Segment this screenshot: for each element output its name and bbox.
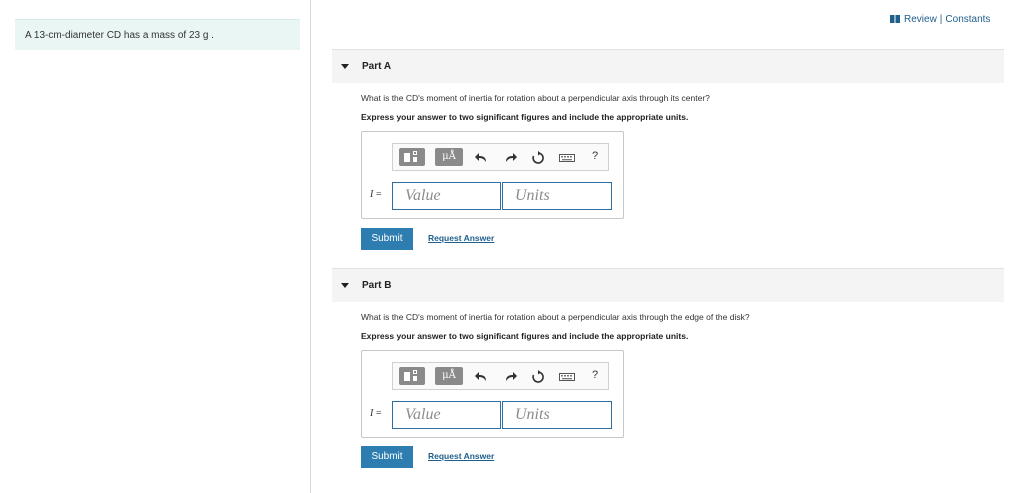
templates-icon xyxy=(404,153,410,162)
keyboard-icon[interactable] xyxy=(559,151,575,165)
constants-link[interactable]: Constants xyxy=(945,14,990,25)
symbols-button[interactable]: μÅ xyxy=(435,148,463,166)
book-icon xyxy=(890,15,900,23)
review-link[interactable]: Review xyxy=(904,14,937,25)
templates-button[interactable] xyxy=(399,148,425,166)
undo-icon[interactable] xyxy=(475,370,489,384)
separator: | xyxy=(939,14,943,25)
part-b-value-input[interactable]: Value xyxy=(392,401,501,429)
part-a-request-answer-link[interactable]: Request Answer xyxy=(428,233,494,243)
part-b-units-input[interactable]: Units xyxy=(502,401,612,429)
part-b-instruction: Express your answer to two significant f… xyxy=(361,331,689,341)
part-a-instruction: Express your answer to two significant f… xyxy=(361,112,689,122)
part-a-value-input[interactable]: Value xyxy=(392,182,501,210)
templates-icon-part xyxy=(413,151,417,155)
templates-button[interactable] xyxy=(399,367,425,385)
equals-sign: = xyxy=(375,189,382,200)
templates-icon-part xyxy=(413,376,417,381)
variable-symbol: I xyxy=(370,189,374,200)
variable-symbol: I xyxy=(370,408,374,419)
part-a-math-toolbar: μÅ ? xyxy=(392,143,609,171)
templates-icon-part xyxy=(413,370,417,374)
part-b-answer-box: μÅ ? I = Value Units xyxy=(361,350,624,438)
part-a-variable-label: I = xyxy=(370,189,381,200)
part-b-title: Part B xyxy=(362,280,392,291)
problem-text: A 13-cm-diameter CD has a mass of 23 g . xyxy=(25,30,214,41)
part-b-variable-label: I = xyxy=(370,408,381,419)
redo-icon[interactable] xyxy=(503,370,517,384)
help-icon[interactable]: ? xyxy=(592,150,598,162)
part-a-title: Part A xyxy=(362,61,392,72)
part-b-math-toolbar: μÅ ? xyxy=(392,362,609,390)
collapse-triangle-icon xyxy=(341,283,349,288)
templates-icon-part xyxy=(413,157,417,162)
reset-icon[interactable] xyxy=(531,151,545,165)
part-b-header[interactable]: Part B xyxy=(332,268,1004,302)
part-a-submit-button[interactable]: Submit xyxy=(361,228,413,250)
keyboard-icon[interactable] xyxy=(559,370,575,384)
part-b-request-answer-link[interactable]: Request Answer xyxy=(428,451,494,461)
part-b-question: What is the CD's moment of inertia for r… xyxy=(361,312,750,322)
part-a-answer-box: μÅ ? I = Value Units xyxy=(361,131,624,219)
undo-icon[interactable] xyxy=(475,151,489,165)
templates-icon xyxy=(404,372,410,381)
part-b-submit-button[interactable]: Submit xyxy=(361,446,413,468)
collapse-triangle-icon xyxy=(341,64,349,69)
review-constants-bar: Review | Constants xyxy=(890,14,990,25)
part-a-question: What is the CD's moment of inertia for r… xyxy=(361,93,710,103)
redo-icon[interactable] xyxy=(503,151,517,165)
part-a-header[interactable]: Part A xyxy=(332,49,1004,83)
problem-statement-box: A 13-cm-diameter CD has a mass of 23 g . xyxy=(15,19,300,50)
symbols-button[interactable]: μÅ xyxy=(435,367,463,385)
equals-sign: = xyxy=(375,408,382,419)
part-a-units-input[interactable]: Units xyxy=(502,182,612,210)
reset-icon[interactable] xyxy=(531,370,545,384)
help-icon[interactable]: ? xyxy=(592,369,598,381)
problem-panel: A 13-cm-diameter CD has a mass of 23 g . xyxy=(0,0,311,493)
